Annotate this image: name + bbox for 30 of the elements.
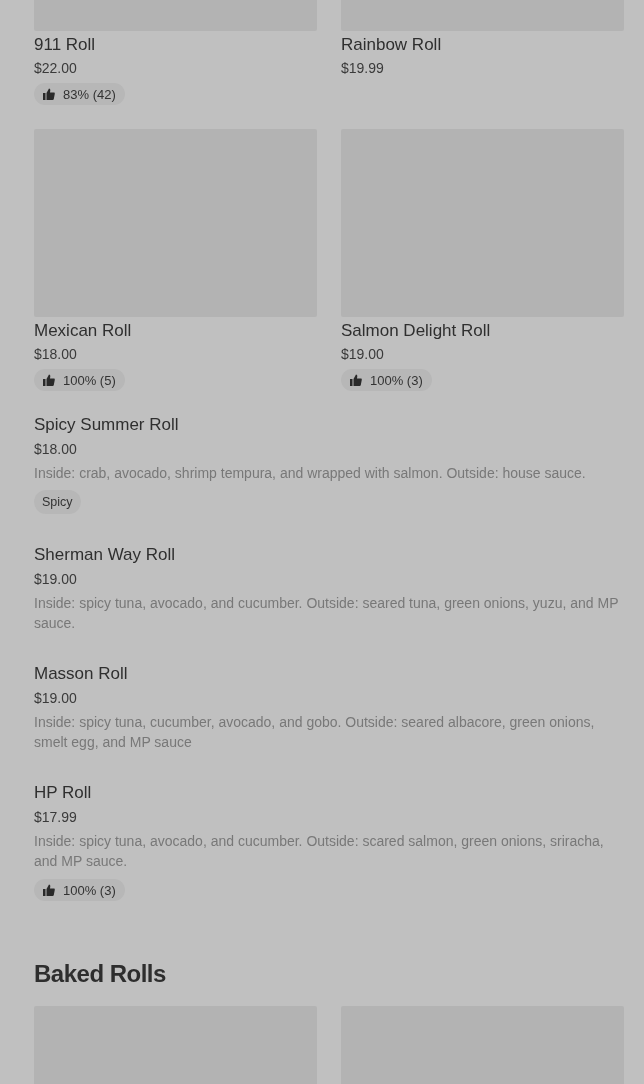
section-heading: Baked Rolls (34, 959, 167, 989)
item-price: $19.99 (341, 59, 385, 78)
item-name[interactable]: HP Roll (34, 782, 624, 804)
item-price: $17.99 (34, 808, 78, 827)
thumbs-up-icon (350, 374, 362, 386)
item-name[interactable]: Sherman Way Roll (34, 544, 624, 566)
item-description: Inside: spicy tuna, avocado, and cucumber. Outside: scared salmon, green onions, sriracha, and MP sauce. (34, 832, 605, 871)
item-name[interactable]: Mexican Roll (34, 320, 317, 342)
item-description: Inside: spicy tuna, cucumber, avocado, and gobo. Outside: seared albacore, green onions, smelt egg, and MP sauce (34, 713, 596, 752)
rating-text: 100% (5) (63, 372, 116, 388)
item-name[interactable]: Rainbow Roll (341, 34, 624, 56)
item-name[interactable]: Salmon Delight Roll (341, 320, 624, 342)
item-price: $19.00 (34, 689, 78, 708)
tag: Spicy (34, 490, 81, 514)
item-name[interactable]: Masson Roll (34, 663, 624, 685)
item-description: Inside: spicy tuna, avocado, and cucumber. Outside: seared tuna, green onions, yuzu, and MP sauce. (34, 594, 620, 633)
rating-text: 100% (3) (370, 372, 423, 388)
rating-text: 83% (42) (63, 86, 116, 102)
item-price: $22.00 (34, 59, 78, 78)
item-price: $19.00 (34, 570, 78, 589)
item-name[interactable]: 911 Roll (34, 34, 317, 56)
rating-text: 100% (3) (63, 882, 116, 898)
item-name[interactable]: Spicy Summer Roll (34, 414, 624, 436)
thumbs-up-icon (43, 88, 55, 100)
item-price: $18.00 (34, 345, 78, 364)
thumbs-up-icon (43, 884, 55, 896)
item-price: $18.00 (34, 440, 78, 459)
item-description: Inside: crab, avocado, shrimp tempura, and wrapped with salmon. Outside: house sauce. (34, 464, 587, 483)
item-price: $19.00 (341, 345, 385, 364)
thumbs-up-icon (43, 374, 55, 386)
